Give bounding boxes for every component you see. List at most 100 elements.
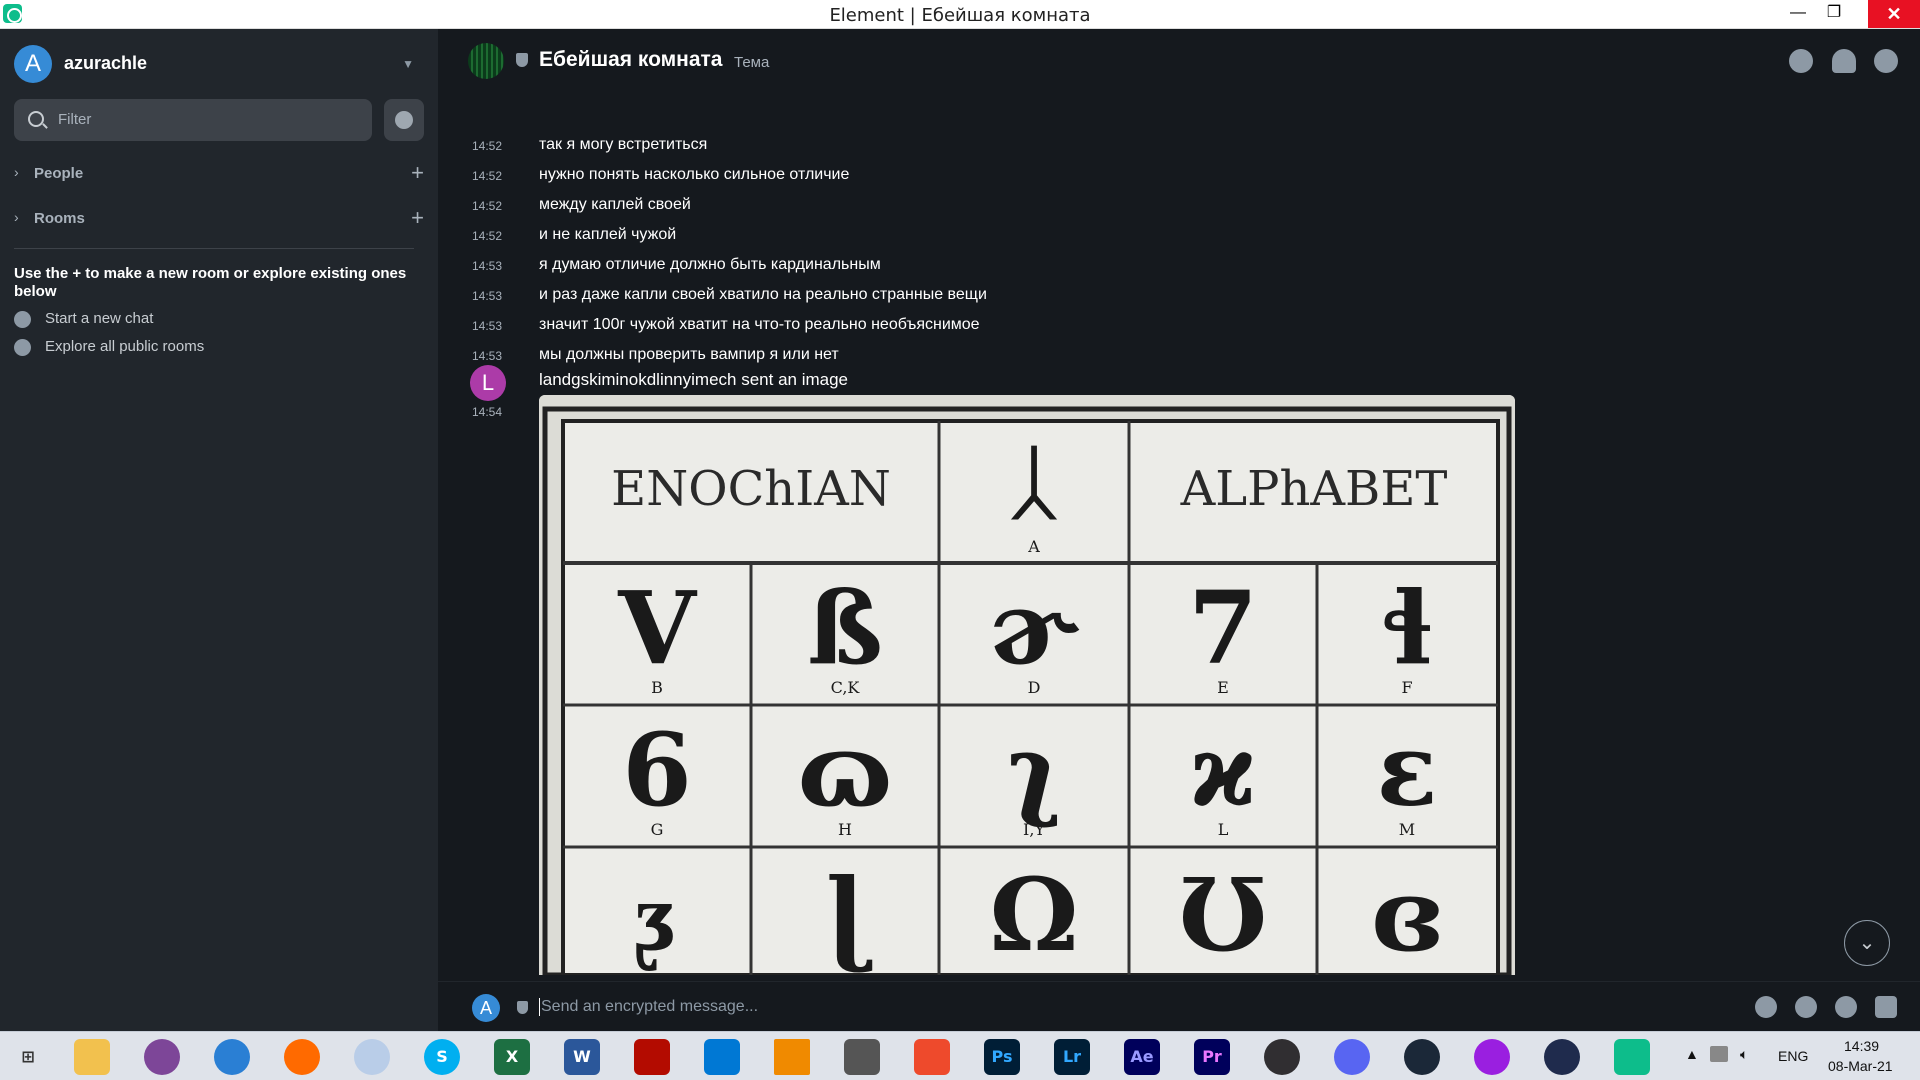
message-composer: A Send an encrypted message... xyxy=(438,981,1920,1031)
word-icon[interactable]: W xyxy=(564,1039,600,1075)
attachment-icon[interactable] xyxy=(1755,996,1777,1018)
image-letter-label: F xyxy=(1401,678,1412,697)
skype-icon[interactable]: S xyxy=(424,1039,460,1075)
message-timestamp: 14:53 xyxy=(472,289,503,303)
svg-text:ɞ: ɞ xyxy=(1371,856,1442,974)
hint-text: Use the + to make a new room or explore … xyxy=(14,265,407,300)
message-row: 14:52 нужно понять насколько сильное отл… xyxy=(438,161,1638,191)
explore-rooms-link[interactable]: Explore all public rooms xyxy=(14,336,314,358)
premiere-icon[interactable]: Pr xyxy=(1194,1039,1230,1075)
message-row: 14:53 и раз даже капли своей хватило на … xyxy=(438,281,1638,311)
chevron-right-icon: › xyxy=(14,209,19,225)
add-people-button[interactable]: + xyxy=(411,160,424,186)
message-body: значит 100г чужой хватит на что-то реаль… xyxy=(539,316,980,333)
timeline: 14:52 так я могу встретиться 14:52 нужно… xyxy=(438,91,1920,1001)
svg-text:ʅ: ʅ xyxy=(1007,711,1061,829)
user-menu[interactable]: A azurachle ▼ xyxy=(14,45,414,83)
emoji-icon[interactable] xyxy=(1795,996,1817,1018)
photoshop-icon[interactable]: Ps xyxy=(984,1039,1020,1075)
steam-icon[interactable] xyxy=(1404,1039,1440,1075)
acrobat-icon[interactable] xyxy=(634,1039,670,1075)
start-chat-label: Start a new chat xyxy=(45,310,154,327)
image-letter-label: I,Y xyxy=(1023,820,1045,839)
add-room-button[interactable]: + xyxy=(411,205,424,231)
message-timestamp: 14:52 xyxy=(472,139,503,153)
app-circle-icon[interactable] xyxy=(354,1039,390,1075)
message-row: 14:52 и не каплей чужой xyxy=(438,221,1638,251)
language-indicator[interactable]: ENG xyxy=(1778,1048,1808,1064)
section-rooms[interactable]: › Rooms + xyxy=(14,205,424,231)
message-input[interactable]: Send an encrypted message... xyxy=(539,998,758,1016)
chevron-down-icon: ▼ xyxy=(402,57,414,71)
tray-overflow-icon[interactable]: ▲ xyxy=(1685,1046,1699,1062)
element-taskbar-icon[interactable] xyxy=(1614,1039,1650,1075)
shield-icon xyxy=(517,1001,528,1014)
info-icon[interactable] xyxy=(1874,49,1898,73)
image-letter-label: A xyxy=(1027,537,1040,556)
downloader-icon[interactable] xyxy=(844,1039,880,1075)
maximize-button[interactable]: ❐ xyxy=(1818,0,1850,26)
tor-browser-icon[interactable] xyxy=(144,1039,180,1075)
image-event-text: landgskiminokdlinnyimech sent an image xyxy=(539,370,848,389)
filter-input[interactable]: Filter xyxy=(14,99,372,141)
network-icon[interactable] xyxy=(1710,1046,1728,1062)
start-chat-link[interactable]: Start a new chat xyxy=(14,308,314,330)
video-call-icon[interactable] xyxy=(1875,996,1897,1018)
image-letter-label: M xyxy=(1399,820,1415,839)
svg-text:6: 6 xyxy=(622,711,692,829)
minimize-button[interactable]: — xyxy=(1782,0,1814,26)
message-row: 14:53 мы должны проверить вампир я или н… xyxy=(438,341,1638,371)
vlc-icon[interactable] xyxy=(774,1039,810,1075)
filter-placeholder: Filter xyxy=(58,111,92,128)
svg-text:ɛ: ɛ xyxy=(1377,711,1438,829)
room-topic[interactable]: Тема xyxy=(734,54,769,71)
compass-icon xyxy=(395,111,413,129)
opera-icon[interactable] xyxy=(1474,1039,1510,1075)
message-body: и раз даже капли своей хватило на реальн… xyxy=(539,286,987,303)
window-title-bar: Element | Ебейшая комната — ❐ ✕ xyxy=(0,0,1920,29)
search-icon[interactable] xyxy=(1789,49,1813,73)
message-row: 14:53 я думаю отличие должно быть кардин… xyxy=(438,251,1638,281)
message-body: мы должны проверить вампир я или нет xyxy=(539,346,839,363)
message-body: между каплей своей xyxy=(539,196,691,213)
clock-date[interactable]: 08-Mar-21 xyxy=(1828,1058,1893,1074)
windows-start-icon[interactable]: ⊞ xyxy=(10,1039,46,1075)
bell-icon[interactable] xyxy=(1832,49,1856,73)
enochian-alphabet-image: ENOChIAN ALPhABET ᛸ A V B ß C,K ɚ D 7 E … xyxy=(539,395,1515,975)
close-button[interactable]: ✕ xyxy=(1868,0,1920,28)
explore-rooms-button[interactable] xyxy=(384,99,424,141)
message-body: я думаю отличие должно быть кардинальным xyxy=(539,256,881,273)
compass-icon xyxy=(14,339,31,356)
firefox-icon[interactable] xyxy=(284,1039,320,1075)
lightroom-icon[interactable]: Lr xyxy=(1054,1039,1090,1075)
file-explorer-icon[interactable] xyxy=(74,1039,110,1075)
vpn-icon[interactable] xyxy=(1544,1039,1580,1075)
jump-to-bottom-button[interactable]: ⌄ xyxy=(1844,920,1890,966)
vscode-icon[interactable] xyxy=(704,1039,740,1075)
sender-avatar[interactable]: L xyxy=(470,365,506,401)
message-timestamp: 14:53 xyxy=(472,259,503,273)
discord-icon[interactable] xyxy=(1334,1039,1370,1075)
room-view: Ебейшая комната Тема 14:52 так я могу вс… xyxy=(438,29,1920,1031)
svg-text:ɷ: ɷ xyxy=(798,711,892,829)
taskbar: ⊞ S X W Ps Lr Ae Pr ▲ 🔈︎ ENG 14:39 08-Ma… xyxy=(0,1031,1920,1080)
message-image[interactable]: ENOChIAN ALPhABET ᛸ A V B ß C,K ɚ D 7 E … xyxy=(539,395,1515,975)
composer-avatar: A xyxy=(472,994,500,1022)
browser-icon[interactable] xyxy=(214,1039,250,1075)
message-timestamp: 14:52 xyxy=(472,199,503,213)
left-panel: A azurachle ▼ Filter › People + › Rooms … xyxy=(0,29,438,1031)
room-name[interactable]: Ебейшая комната xyxy=(539,48,722,72)
message-timestamp: 14:52 xyxy=(472,229,503,243)
message-timestamp: 14:52 xyxy=(472,169,503,183)
section-people[interactable]: › People + xyxy=(14,160,424,186)
shield-icon xyxy=(516,53,528,67)
after-effects-icon[interactable]: Ae xyxy=(1124,1039,1160,1075)
volume-icon[interactable]: 🔈︎ xyxy=(1740,1046,1748,1063)
smartgit-icon[interactable] xyxy=(914,1039,950,1075)
clock-time[interactable]: 14:39 xyxy=(1844,1038,1879,1054)
excel-icon[interactable]: X xyxy=(494,1039,530,1075)
obs-icon[interactable] xyxy=(1264,1039,1300,1075)
room-avatar[interactable] xyxy=(468,43,504,79)
svg-text:ϰ: ϰ xyxy=(1190,711,1255,829)
voice-call-icon[interactable] xyxy=(1835,996,1857,1018)
